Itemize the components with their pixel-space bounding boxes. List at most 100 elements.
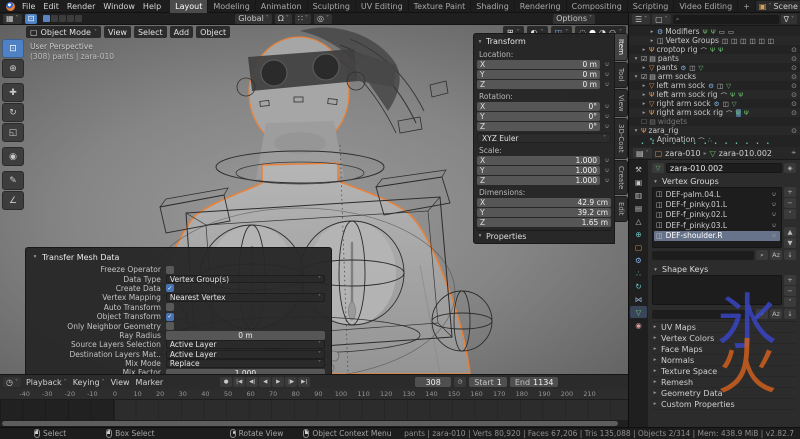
outliner-search-input[interactable]: ⌕ bbox=[673, 15, 779, 24]
workspace-tab-sculpting[interactable]: Sculpting bbox=[308, 0, 356, 13]
n-panel-tab-3d-coat[interactable]: 3D-Coat bbox=[615, 118, 628, 159]
group-icon[interactable]: ◫ bbox=[749, 37, 755, 45]
eye-icon[interactable]: ⊙ bbox=[791, 109, 797, 117]
number-field-x[interactable]: X42.9 cm bbox=[477, 198, 611, 207]
expand-icon[interactable]: ▸ bbox=[641, 110, 647, 116]
vertex-group-row[interactable]: ◫DEF-f_pinky.01.L∪ bbox=[654, 199, 780, 209]
sort-reverse-button[interactable]: ↓ bbox=[784, 309, 796, 319]
outliner-scope-dropdown[interactable]: ▢˅ bbox=[652, 14, 671, 24]
figure-icon[interactable]: Ψ bbox=[711, 28, 716, 36]
pivot-point-dropdown[interactable]: ∷˅ bbox=[295, 14, 311, 24]
lock-icon[interactable]: ∪ bbox=[770, 222, 778, 229]
tab-particles[interactable]: ∴ bbox=[630, 267, 647, 279]
number-field-x[interactable]: X0 m bbox=[477, 60, 600, 69]
vertex-groups-panel-header[interactable]: ▾ Vertex Groups bbox=[652, 176, 796, 187]
active-tool-button[interactable]: ⊡ bbox=[25, 14, 38, 24]
group-icon[interactable]: ◫ bbox=[722, 100, 728, 108]
figure-icon[interactable]: Ψ bbox=[710, 46, 715, 54]
cursor-tool[interactable]: ⊕ bbox=[2, 59, 24, 78]
transform-orientation-dropdown[interactable]: Global ˅ bbox=[235, 14, 272, 24]
vertex-group-row[interactable]: ◫DEF-shoulder.R∪ bbox=[654, 231, 780, 241]
number-field-x[interactable]: X0° bbox=[477, 102, 600, 111]
eye-icon[interactable]: ⊙ bbox=[791, 73, 797, 81]
timeline-ruler[interactable]: -40-30-20-100102030405060708090100110120… bbox=[0, 389, 628, 400]
sort-alpha-button[interactable]: Az bbox=[770, 309, 782, 319]
scrollbar-handle[interactable] bbox=[2, 421, 618, 426]
collection-checkbox[interactable]: ☑ bbox=[641, 55, 647, 63]
checkbox[interactable] bbox=[166, 322, 174, 330]
transport-button-1[interactable]: ◀| bbox=[246, 377, 258, 387]
properties-editor-type-button[interactable]: ▤˅ bbox=[633, 148, 652, 158]
frame-end-field[interactable]: End 1134 bbox=[510, 377, 559, 387]
remove-shape-key-button[interactable]: − bbox=[784, 286, 796, 296]
transform-panel-header[interactable]: ▾ Transform bbox=[477, 36, 611, 47]
lock-icon[interactable]: ∪ bbox=[603, 123, 611, 130]
panel-header-normals[interactable]: ▸Normals bbox=[652, 355, 796, 366]
vertex-group-specials-menu[interactable]: ˅ bbox=[784, 209, 796, 219]
vertex-group-row[interactable]: ◫DEF-palm.04.L∪ bbox=[654, 189, 780, 199]
select-mode-options[interactable] bbox=[43, 15, 82, 22]
checkbox[interactable]: ✓ bbox=[166, 313, 174, 321]
dropdown[interactable]: Vertex Group(s)˅ bbox=[166, 275, 325, 284]
outliner-row[interactable]: ▸⚙ModifiersΨΨ▭▭ bbox=[629, 27, 800, 36]
expand-icon[interactable]: ▾ bbox=[633, 56, 639, 62]
timeline-scrollbar[interactable] bbox=[0, 420, 628, 427]
n-panel-tab-edit[interactable]: Edit bbox=[615, 196, 628, 222]
number-field-z[interactable]: Z1.65 m bbox=[477, 218, 611, 227]
outliner-display-mode[interactable]: ☰˅ bbox=[632, 14, 650, 24]
panel-header-geometry-data[interactable]: ▸Geometry Data bbox=[652, 388, 796, 399]
breadcrumb-object-name[interactable]: zara-010 bbox=[665, 149, 700, 158]
move-tool[interactable]: ✚ bbox=[2, 83, 24, 102]
collection-checkbox[interactable]: ☑ bbox=[641, 73, 647, 81]
add-shape-key-button[interactable]: + bbox=[784, 275, 796, 285]
tab-object[interactable]: ▢ bbox=[630, 241, 647, 253]
tab-material[interactable]: ◉ bbox=[630, 319, 647, 331]
transport-button-3[interactable]: ▶ bbox=[272, 377, 284, 387]
breadcrumb-data-name[interactable]: zara-010.002 bbox=[719, 149, 772, 158]
fake-user-button[interactable]: ◈ bbox=[784, 163, 796, 173]
outliner-row[interactable]: ▾☑▤pants⊙ bbox=[629, 54, 800, 63]
workspace-tab-compositing[interactable]: Compositing bbox=[567, 0, 628, 13]
expand-icon[interactable]: ▸ bbox=[641, 65, 647, 71]
viewport-menu-select[interactable]: Select bbox=[134, 26, 167, 38]
n-panel-tab-view[interactable]: View bbox=[615, 89, 628, 118]
workspace-tab-video-editing[interactable]: Video Editing bbox=[674, 0, 738, 13]
sort-alpha-button[interactable]: Az bbox=[770, 250, 782, 260]
n-panel-tab-create[interactable]: Create bbox=[615, 160, 628, 195]
outliner-row[interactable]: ☐▤widgets bbox=[629, 117, 800, 126]
lock-icon[interactable]: ∪ bbox=[603, 71, 611, 78]
expand-icon[interactable]: ▸ bbox=[649, 29, 655, 35]
number-field[interactable]: 0 m bbox=[166, 331, 325, 340]
bone-icon[interactable]: ⌒ bbox=[721, 90, 728, 100]
viewport-menu-object[interactable]: Object bbox=[196, 26, 230, 38]
sort-reverse-button[interactable]: ↓ bbox=[784, 250, 796, 260]
lock-icon[interactable]: ∪ bbox=[603, 103, 611, 110]
outliner-row[interactable]: ▸◫Vertex Groups◫◫◫◫◫◫ bbox=[629, 36, 800, 45]
eye-icon[interactable]: ⊙ bbox=[791, 91, 797, 99]
frame-start-field[interactable]: Start 1 bbox=[469, 377, 507, 387]
tab-modifiers[interactable]: ⚙ bbox=[630, 254, 647, 266]
preview-range-toggle[interactable]: ◷ bbox=[454, 377, 466, 387]
mesh-g-icon[interactable]: ▽ bbox=[732, 100, 737, 108]
dropdown[interactable]: Active Layer˅ bbox=[166, 350, 325, 359]
number-field[interactable]: 1.000 bbox=[166, 369, 325, 374]
operator-panel-header[interactable]: ▾ Transfer Mesh Data bbox=[32, 251, 325, 263]
tab-constraints[interactable]: ⋈ bbox=[630, 293, 647, 305]
screen-icon[interactable]: ▭ bbox=[719, 28, 725, 36]
checkbox[interactable] bbox=[166, 303, 174, 311]
eye-icon[interactable]: ⊙ bbox=[791, 82, 797, 90]
lock-icon[interactable]: ∪ bbox=[770, 201, 778, 208]
eye-icon[interactable]: ⊙ bbox=[791, 127, 797, 135]
viewport-menu-add[interactable]: Add bbox=[170, 26, 194, 38]
lock-icon[interactable]: ∪ bbox=[770, 232, 778, 239]
expand-icon[interactable]: ▸ bbox=[649, 38, 655, 44]
outliner-row[interactable]: ▸Ψcroptop rig⌒ΨΨ⊙ bbox=[629, 45, 800, 54]
move-group-up-button[interactable]: ▲ bbox=[784, 227, 796, 237]
outliner-row[interactable]: ▾Ψzara_rig⊙ bbox=[629, 126, 800, 135]
number-field-z[interactable]: Z1.000 bbox=[477, 176, 600, 185]
add-vertex-group-button[interactable]: + bbox=[784, 187, 796, 197]
collection-checkbox[interactable]: ☐ bbox=[641, 118, 647, 126]
wrench-icon[interactable]: ⚙ bbox=[714, 100, 720, 108]
n-panel-tab-tool[interactable]: Tool bbox=[615, 62, 628, 88]
timeline-menu-playback[interactable]: Playback˅ bbox=[26, 378, 67, 387]
